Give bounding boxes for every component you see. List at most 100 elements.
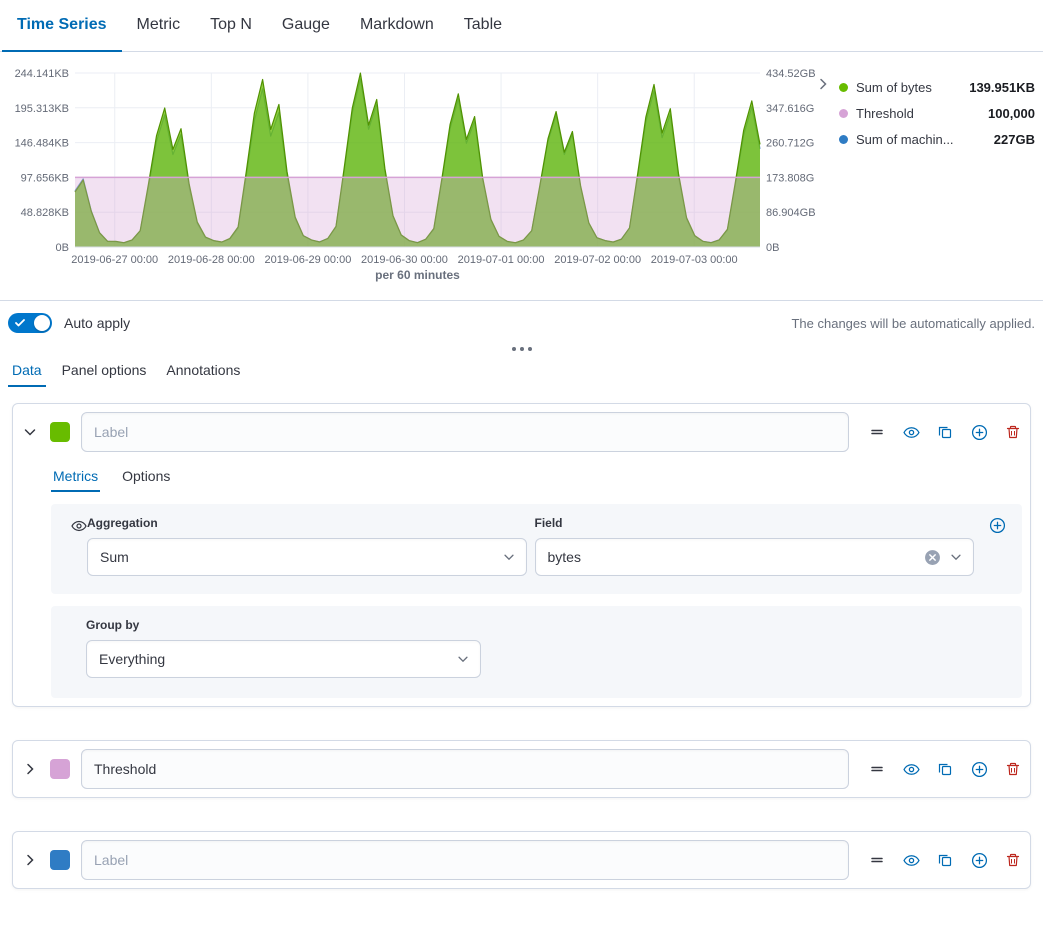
expand-series-button[interactable] xyxy=(21,851,39,869)
legend-collapse-button[interactable] xyxy=(815,76,839,284)
clone-series-button[interactable] xyxy=(936,851,954,869)
series-panel-3 xyxy=(12,831,1031,889)
series-label-input[interactable] xyxy=(81,412,849,452)
aggregation-group: Aggregation Sum xyxy=(87,516,527,576)
svg-text:347.616GB: 347.616GB xyxy=(766,103,815,115)
add-metric-button[interactable] xyxy=(988,516,1006,534)
series-panel-1: Metrics Options Aggregation Sum xyxy=(12,403,1031,707)
legend-value: 139.951KB xyxy=(969,80,1035,95)
group-by-label: Group by xyxy=(86,618,1006,632)
add-series-button[interactable] xyxy=(970,851,988,869)
chevron-down-icon xyxy=(949,550,963,564)
toggle-knob xyxy=(34,315,50,331)
collapse-series-button[interactable] xyxy=(21,423,39,441)
aggregation-value: Sum xyxy=(100,549,129,565)
grab-handle-icon xyxy=(869,424,885,440)
trash-icon xyxy=(1005,424,1021,440)
legend-item-threshold[interactable]: Threshold 100,000 xyxy=(839,100,1035,126)
group-by-row: Group by Everything xyxy=(51,606,1022,698)
metric-row: Aggregation Sum Field bytes xyxy=(51,504,1022,594)
add-series-button[interactable] xyxy=(970,760,988,778)
plus-in-circle-icon xyxy=(989,517,1006,534)
series-header xyxy=(21,840,1022,880)
svg-text:0B: 0B xyxy=(56,242,69,254)
chart-legend: Sum of bytes 139.951KB Threshold 100,000… xyxy=(839,62,1043,284)
tab-options[interactable]: Options xyxy=(120,462,172,492)
series-label-input[interactable] xyxy=(81,749,849,789)
drag-series-button[interactable] xyxy=(868,760,886,778)
tab-metrics[interactable]: Metrics xyxy=(51,462,100,492)
resize-handle[interactable] xyxy=(0,335,1043,355)
clone-series-button[interactable] xyxy=(936,423,954,441)
tab-markdown[interactable]: Markdown xyxy=(345,0,449,52)
eye-icon xyxy=(903,761,920,778)
delete-series-button[interactable] xyxy=(1004,423,1022,441)
legend-value: 100,000 xyxy=(988,106,1035,121)
svg-text:173.808GB: 173.808GB xyxy=(766,172,815,184)
auto-apply-toggle[interactable] xyxy=(8,313,52,333)
legend-item-sum-of-machine-ram[interactable]: Sum of machin... 227GB xyxy=(839,126,1035,152)
toggle-series-visibility-button[interactable] xyxy=(902,423,920,441)
series-color-swatch[interactable] xyxy=(50,759,70,779)
tab-data[interactable]: Data xyxy=(8,355,46,387)
series-label-input[interactable] xyxy=(81,840,849,880)
toggle-series-visibility-button[interactable] xyxy=(902,760,920,778)
toggle-series-visibility-button[interactable] xyxy=(902,851,920,869)
group-by-select[interactable]: Everything xyxy=(86,640,481,678)
clone-series-button[interactable] xyxy=(936,760,954,778)
metric-visibility-button[interactable] xyxy=(71,518,87,539)
delete-series-button[interactable] xyxy=(1004,760,1022,778)
eye-icon xyxy=(903,424,920,441)
legend-item-sum-of-bytes[interactable]: Sum of bytes 139.951KB xyxy=(839,74,1035,100)
series-color-swatch[interactable] xyxy=(50,850,70,870)
delete-series-button[interactable] xyxy=(1004,851,1022,869)
svg-text:2019-07-03 00:00: 2019-07-03 00:00 xyxy=(651,254,738,266)
editor-tabs: Data Panel options Annotations xyxy=(0,355,1043,387)
svg-text:195.313KB: 195.313KB xyxy=(15,103,69,115)
legend-label: Sum of machin... xyxy=(856,132,954,147)
svg-text:2019-06-28 00:00: 2019-06-28 00:00 xyxy=(168,254,255,266)
tab-table[interactable]: Table xyxy=(449,0,517,52)
plus-in-circle-icon xyxy=(971,852,988,869)
tab-panel-options[interactable]: Panel options xyxy=(58,355,151,387)
svg-text:2019-06-29 00:00: 2019-06-29 00:00 xyxy=(264,254,351,266)
handle-dot xyxy=(520,347,524,351)
series-color-swatch[interactable] xyxy=(50,422,70,442)
auto-apply-label: Auto apply xyxy=(64,315,130,331)
plus-in-circle-icon xyxy=(971,424,988,441)
series-actions xyxy=(868,851,1022,869)
drag-series-button[interactable] xyxy=(868,423,886,441)
add-series-button[interactable] xyxy=(970,423,988,441)
trash-icon xyxy=(1005,761,1021,777)
chevron-right-icon xyxy=(815,76,831,92)
svg-text:2019-06-27 00:00: 2019-06-27 00:00 xyxy=(71,254,158,266)
series-color-dot xyxy=(839,135,848,144)
time-series-chart[interactable]: 0B0B48.828KB86.904GB97.656KB173.808GB146… xyxy=(0,62,815,284)
tab-top-n[interactable]: Top N xyxy=(195,0,267,52)
svg-text:0B: 0B xyxy=(766,242,779,254)
field-group: Field bytes xyxy=(535,516,975,576)
aggregation-select[interactable]: Sum xyxy=(87,538,527,576)
metric-fields: Aggregation Sum Field bytes xyxy=(87,516,974,576)
expand-series-button[interactable] xyxy=(21,760,39,778)
copy-icon xyxy=(937,852,953,868)
svg-text:2019-07-01 00:00: 2019-07-01 00:00 xyxy=(458,254,545,266)
tab-annotations[interactable]: Annotations xyxy=(162,355,244,387)
drag-series-button[interactable] xyxy=(868,851,886,869)
svg-text:260.712GB: 260.712GB xyxy=(766,138,815,150)
eye-icon xyxy=(71,518,87,534)
tab-time-series[interactable]: Time Series xyxy=(2,0,122,52)
chevron-right-icon xyxy=(22,852,38,868)
series-sub-tabs: Metrics Options xyxy=(51,462,1022,492)
series-color-dot xyxy=(839,83,848,92)
grab-handle-icon xyxy=(869,761,885,777)
chevron-right-icon xyxy=(22,761,38,777)
tab-gauge[interactable]: Gauge xyxy=(267,0,345,52)
tab-metric[interactable]: Metric xyxy=(122,0,196,52)
field-combo-box[interactable]: bytes xyxy=(535,538,975,576)
svg-text:434.52GB: 434.52GB xyxy=(766,68,815,80)
copy-icon xyxy=(937,761,953,777)
check-icon xyxy=(15,318,25,328)
clear-field-button[interactable] xyxy=(924,549,941,566)
svg-text:244.141KB: 244.141KB xyxy=(15,68,69,80)
